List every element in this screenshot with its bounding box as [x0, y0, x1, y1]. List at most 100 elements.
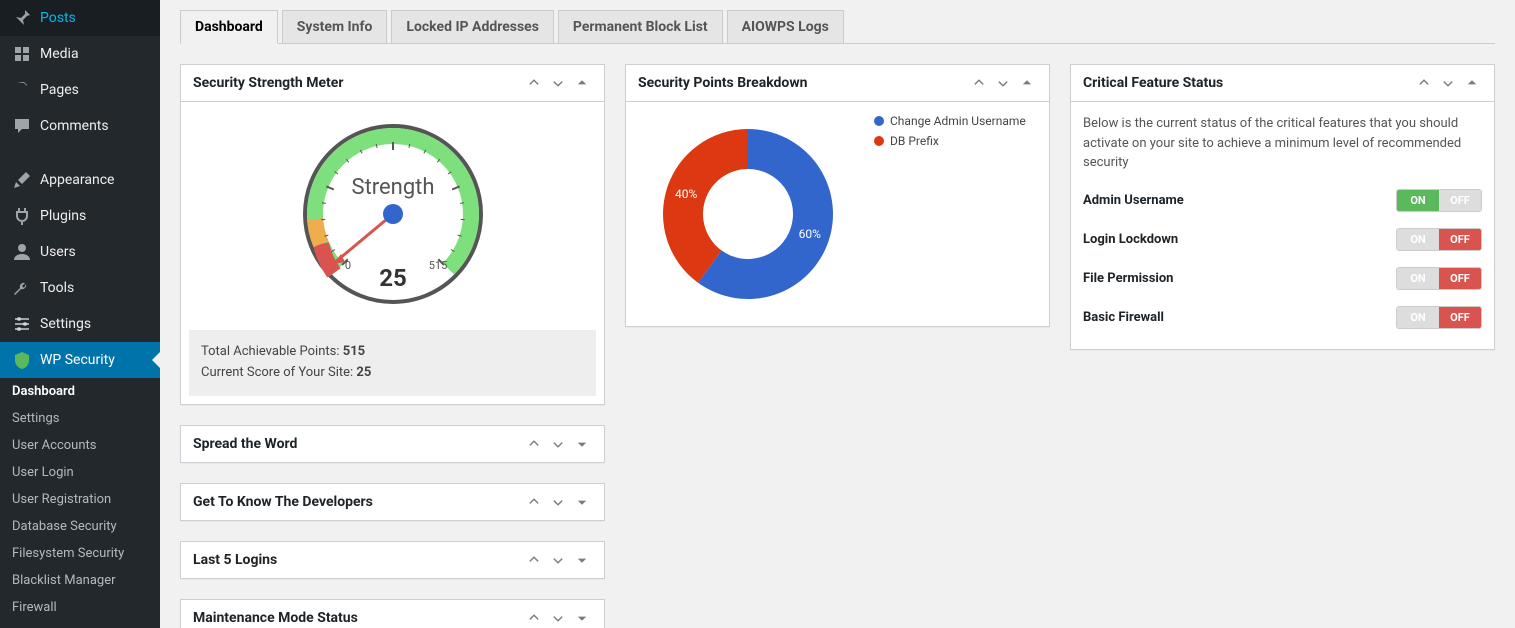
box-title: Get To Know The Developers [193, 494, 524, 510]
critical-desc: Below is the current status of the criti… [1083, 114, 1482, 173]
sidebar-item-media[interactable]: Media [0, 36, 160, 72]
sidebar-item-posts[interactable]: Posts [0, 0, 160, 36]
svg-text:Strength: Strength [351, 175, 434, 200]
plug-icon [12, 206, 32, 226]
sidebar-item-label: Media [40, 46, 79, 62]
pie-chart: 60% 40% [638, 114, 858, 314]
security-points-breakdown-box: Security Points Breakdown 60% 40% Change … [625, 64, 1050, 327]
sidebar-item-users[interactable]: Users [0, 234, 160, 270]
admin-sidebar: Posts Media Pages Comments Appearance Pl… [0, 0, 160, 628]
sidebar-item-label: Tools [40, 280, 74, 296]
move-up-icon[interactable] [524, 608, 544, 628]
tab-aiowps-logs[interactable]: AIOWPS Logs [727, 10, 844, 43]
feature-toggle[interactable]: ON OFF [1396, 228, 1482, 251]
feature-label: File Permission [1083, 271, 1173, 286]
feature-toggle[interactable]: ON OFF [1396, 189, 1482, 212]
box-title: Critical Feature Status [1083, 75, 1414, 91]
feature-label: Login Lockdown [1083, 232, 1178, 247]
feature-toggle[interactable]: ON OFF [1396, 267, 1482, 290]
move-down-icon[interactable] [548, 73, 568, 93]
shield-icon [12, 350, 32, 370]
move-down-icon[interactable] [993, 73, 1013, 93]
toggle-icon[interactable] [572, 492, 592, 512]
tab-bar: DashboardSystem InfoLocked IP AddressesP… [180, 10, 1495, 44]
sidebar-item-label: Settings [40, 316, 91, 332]
tab-locked-ip-addresses[interactable]: Locked IP Addresses [391, 10, 554, 43]
legend-dot-icon [874, 136, 884, 146]
comment-icon [12, 116, 32, 136]
sidebar-item-appearance[interactable]: Appearance [0, 162, 160, 198]
move-up-icon[interactable] [969, 73, 989, 93]
feature-row: Login Lockdown ON OFF [1083, 220, 1482, 259]
collapsed-box: Get To Know The Developers [180, 483, 605, 521]
move-down-icon[interactable] [548, 550, 568, 570]
legend-dot-icon [874, 116, 884, 126]
tab-permanent-block-list[interactable]: Permanent Block List [558, 10, 723, 43]
sidebar-item-settings[interactable]: Settings [0, 306, 160, 342]
toggle-icon[interactable] [572, 73, 592, 93]
submenu-item[interactable]: User Registration [0, 486, 160, 513]
box-title: Maintenance Mode Status [193, 610, 524, 626]
svg-text:60%: 60% [799, 227, 821, 241]
sidebar-item-wp-security[interactable]: WP Security [0, 342, 160, 378]
submenu-item[interactable]: User Accounts [0, 432, 160, 459]
submenu-item[interactable]: Filesystem Security [0, 540, 160, 567]
wrench-icon [12, 278, 32, 298]
gauge: Strength 0 515 25 [193, 114, 592, 318]
svg-text:515: 515 [428, 259, 447, 272]
chart-legend: Change Admin UsernameDB Prefix [874, 114, 1026, 154]
feature-row: Admin Username ON OFF [1083, 181, 1482, 220]
move-down-icon[interactable] [548, 492, 568, 512]
security-strength-meter-box: Security Strength Meter [180, 64, 605, 405]
move-down-icon[interactable] [548, 608, 568, 628]
svg-text:0: 0 [344, 259, 350, 272]
pin-icon [12, 8, 32, 28]
sidebar-item-label: Pages [40, 82, 79, 98]
feature-row: File Permission ON OFF [1083, 259, 1482, 298]
move-up-icon[interactable] [524, 73, 544, 93]
sidebar-item-comments[interactable]: Comments [0, 108, 160, 144]
sidebar-item-pages[interactable]: Pages [0, 72, 160, 108]
page-icon [12, 80, 32, 100]
svg-text:40%: 40% [675, 187, 697, 201]
tab-dashboard[interactable]: Dashboard [180, 10, 278, 44]
toggle-icon[interactable] [1462, 73, 1482, 93]
submenu-item[interactable]: Firewall [0, 594, 160, 621]
sidebar-item-tools[interactable]: Tools [0, 270, 160, 306]
main-content: DashboardSystem InfoLocked IP AddressesP… [160, 0, 1515, 628]
legend-item: DB Prefix [874, 134, 1026, 148]
box-title: Security Strength Meter [193, 75, 524, 91]
sliders-icon [12, 314, 32, 334]
toggle-icon[interactable] [1017, 73, 1037, 93]
submenu-item[interactable]: Blacklist Manager [0, 567, 160, 594]
brush-icon [12, 170, 32, 190]
move-up-icon[interactable] [524, 434, 544, 454]
tab-system-info[interactable]: System Info [282, 10, 388, 43]
submenu-item[interactable]: Database Security [0, 513, 160, 540]
sidebar-item-plugins[interactable]: Plugins [0, 198, 160, 234]
move-up-icon[interactable] [524, 550, 544, 570]
svg-text:25: 25 [379, 264, 407, 292]
collapsed-box: Spread the Word [180, 425, 605, 463]
submenu-item[interactable]: User Login [0, 459, 160, 486]
toggle-icon[interactable] [572, 434, 592, 454]
move-up-icon[interactable] [524, 492, 544, 512]
collapsed-box: Last 5 Logins [180, 541, 605, 579]
submenu-item[interactable]: Settings [0, 405, 160, 432]
feature-label: Admin Username [1083, 193, 1184, 208]
submenu-item[interactable]: Dashboard [0, 378, 160, 405]
collapsed-box: Maintenance Mode Status [180, 599, 605, 628]
sidebar-item-label: Plugins [40, 208, 86, 224]
move-down-icon[interactable] [1438, 73, 1458, 93]
move-down-icon[interactable] [548, 434, 568, 454]
sidebar-item-label: Users [40, 244, 76, 260]
feature-toggle[interactable]: ON OFF [1396, 306, 1482, 329]
feature-label: Basic Firewall [1083, 310, 1164, 325]
toggle-icon[interactable] [572, 550, 592, 570]
toggle-icon[interactable] [572, 608, 592, 628]
move-up-icon[interactable] [1414, 73, 1434, 93]
sidebar-item-label: WP Security [40, 352, 115, 368]
media-icon [12, 44, 32, 64]
feature-row: Basic Firewall ON OFF [1083, 298, 1482, 337]
box-title: Security Points Breakdown [638, 75, 969, 91]
